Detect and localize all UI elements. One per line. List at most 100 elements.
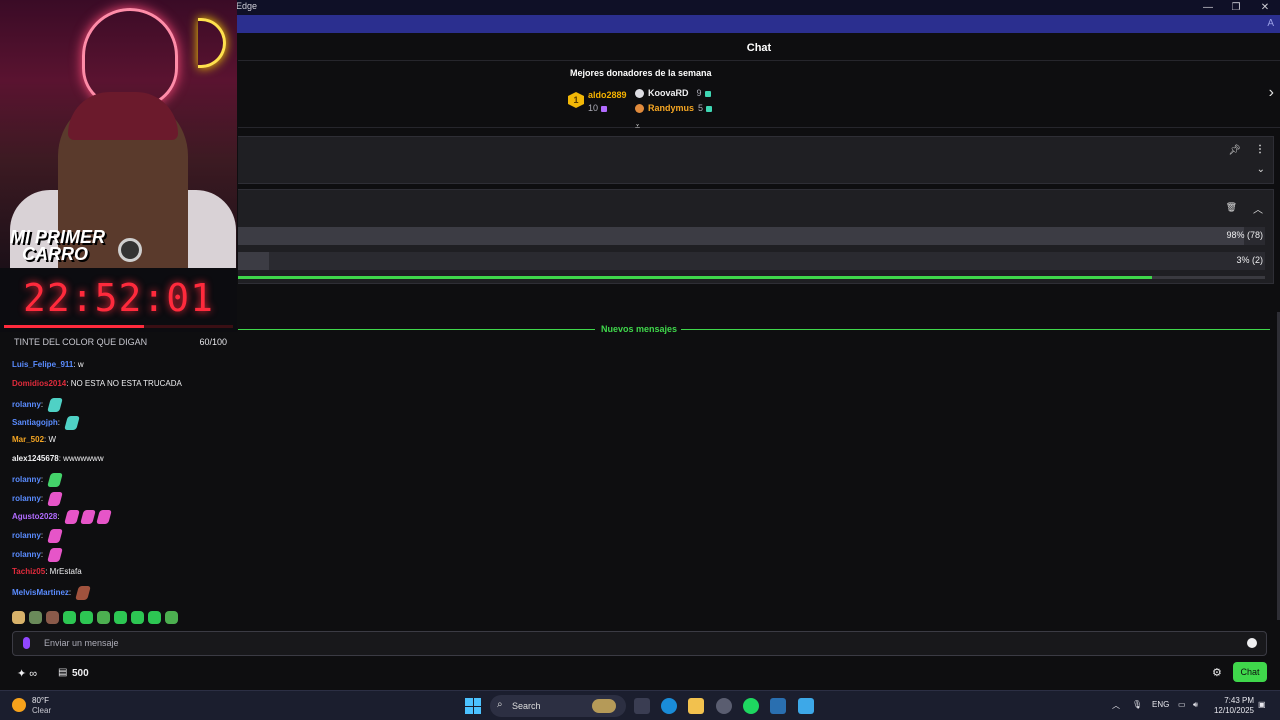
trash-icon[interactable]: 🗑︎ [1226, 202, 1237, 213]
weather-icon [12, 698, 26, 712]
emote-icon[interactable] [114, 611, 127, 624]
steam-icon[interactable] [770, 698, 786, 714]
message-username[interactable]: alex1245678 [12, 454, 59, 463]
emote-icon[interactable] [12, 611, 25, 624]
donor-name: aldo2889 [588, 90, 627, 100]
taskbar-clock[interactable]: 7:43 PM 12/10/2025 [1212, 696, 1254, 716]
emote-icon [47, 548, 64, 562]
message-text: W [48, 435, 57, 445]
chat-send-button[interactable]: Chat [1233, 662, 1267, 682]
start-icon[interactable] [465, 698, 481, 714]
more-options-icon[interactable]: ⋮ [1255, 144, 1265, 155]
emote-icon[interactable] [165, 611, 178, 624]
emote-bar [12, 611, 182, 624]
countdown-timer: 22:52:01 [0, 268, 237, 332]
emote-icon[interactable] [63, 611, 76, 624]
file-explorer-icon[interactable] [688, 698, 704, 714]
clock-date: 12/10/2025 [1213, 706, 1254, 715]
new-messages-divider: Nuevos mensajes [238, 324, 1270, 336]
microphone-tray-icon[interactable]: 🎙︎ [1132, 700, 1142, 709]
poll-option-2[interactable]: 3% (2) [238, 252, 1265, 270]
weather-temp: 80°F [32, 696, 49, 705]
chat-message: rolanny: [12, 491, 64, 506]
task-view-icon[interactable] [634, 698, 650, 714]
minimize-button[interactable]: — [1194, 0, 1222, 15]
chat-message: Santiagojph: [12, 416, 81, 431]
maximize-button[interactable]: ❐ [1222, 0, 1250, 15]
chat-message: alex1245678: wwwwwww [12, 454, 104, 463]
emote-icon[interactable] [46, 611, 59, 624]
chevron-down-icon[interactable]: ⌄ [1257, 164, 1265, 175]
goal-text: TINTE DEL COLOR QUE DIGAN [14, 337, 148, 347]
channel-points[interactable]: 500 [72, 668, 89, 679]
message-username[interactable]: Luis_Felipe_911 [12, 360, 73, 369]
notepad-icon[interactable] [798, 698, 814, 714]
emote-icon[interactable] [97, 611, 110, 624]
chat-input[interactable]: Enviar un mensaje [12, 631, 1267, 656]
chat-title: Chat [746, 42, 772, 54]
message-username[interactable]: Mar_502 [12, 435, 44, 444]
spotify-icon[interactable] [743, 698, 759, 714]
language-indicator[interactable]: ENG [1152, 700, 1169, 709]
chat-message: rolanny: [12, 472, 64, 487]
taskbar: 80°F Clear ⌕ Search ︿ 🎙︎ ENG ▭ 🔊︎ 7:43 P… [0, 690, 1280, 720]
message-username[interactable]: Agusto2028 [12, 513, 57, 522]
message-text: wwwwwww [63, 454, 104, 463]
message-username[interactable]: MelvisMartinez [12, 588, 69, 597]
gold-medal-icon: 1 [568, 92, 584, 108]
clock-time: 7:43 PM [1224, 696, 1254, 705]
read-aloud-icon[interactable]: A [1267, 18, 1274, 29]
emoji-icon[interactable] [1247, 638, 1257, 648]
donor-amount: 10 [588, 103, 608, 113]
infinity-icon[interactable]: ✦ ∞ [17, 667, 37, 680]
tray-overflow-icon[interactable]: ︿ [1112, 700, 1120, 711]
gear-icon[interactable]: ⚙ [1212, 666, 1222, 679]
microphone-icon[interactable] [23, 637, 30, 649]
pin-icon[interactable]: 📌︎ [1228, 145, 1241, 156]
chat-message: Luis_Felipe_911: w [12, 360, 84, 369]
message-username[interactable]: rolanny [12, 400, 41, 409]
app-icon[interactable] [716, 698, 732, 714]
volume-icon[interactable]: 🔊︎ [1193, 700, 1198, 710]
wheel-icon [118, 238, 142, 262]
timer-digits: 22:52:01 [22, 276, 215, 320]
search-highlight-icon [592, 699, 616, 713]
donors-title: Mejores donadores de la semana [570, 68, 712, 78]
emote-icon[interactable] [131, 611, 144, 624]
gem-icon [706, 105, 713, 112]
message-username[interactable]: rolanny [12, 475, 41, 484]
donor-third[interactable]: Randymus 5 [635, 103, 713, 114]
expand-icon[interactable]: ⩡ [635, 121, 640, 132]
badge-icon [635, 89, 644, 99]
poll-option-1[interactable]: 98% (78) [238, 227, 1265, 245]
message-username[interactable]: rolanny [12, 531, 41, 540]
emote-icon [47, 397, 64, 412]
notification-icon[interactable]: ▣ [1258, 700, 1266, 709]
emote-icon[interactable] [80, 611, 93, 624]
emote-icon[interactable] [148, 611, 161, 624]
edge-icon[interactable] [661, 698, 677, 714]
close-button[interactable]: ✕ [1251, 0, 1279, 15]
message-text: NO ESTA NO ESTA TRUCADA [70, 378, 182, 388]
chevron-right-icon[interactable]: › [1269, 84, 1274, 102]
message-username[interactable]: Santiagojph [12, 419, 58, 428]
message-username[interactable]: rolanny [12, 494, 41, 503]
chat-message: MelvisMartinez: [12, 585, 92, 600]
top-donors-panel: Mejores donadores de la semana 1 aldo288… [238, 62, 1280, 131]
window-title: Edge [236, 1, 258, 11]
donor-second[interactable]: KoovaRD 9 [635, 88, 711, 99]
gem-icon [704, 90, 711, 97]
taskbar-search[interactable]: ⌕ Search [490, 695, 626, 717]
emote-icon [75, 585, 92, 600]
weather-condition: Clear [32, 706, 52, 715]
network-icon[interactable]: ▭ [1178, 700, 1186, 709]
search-icon: ⌕ [497, 699, 503, 710]
message-username[interactable]: Domidios2014 [12, 379, 66, 388]
goal-bar: TINTE DEL COLOR QUE DIGAN 60/100 [4, 333, 233, 351]
message-username[interactable]: Tachiz05 [12, 567, 45, 576]
chevron-up-icon[interactable]: ︿ [1253, 201, 1263, 216]
poll-option-percent: 98% (78) [1226, 230, 1263, 240]
points-icon[interactable]: ▤ [58, 667, 67, 678]
message-username[interactable]: rolanny [12, 550, 41, 559]
emote-icon[interactable] [29, 611, 42, 624]
